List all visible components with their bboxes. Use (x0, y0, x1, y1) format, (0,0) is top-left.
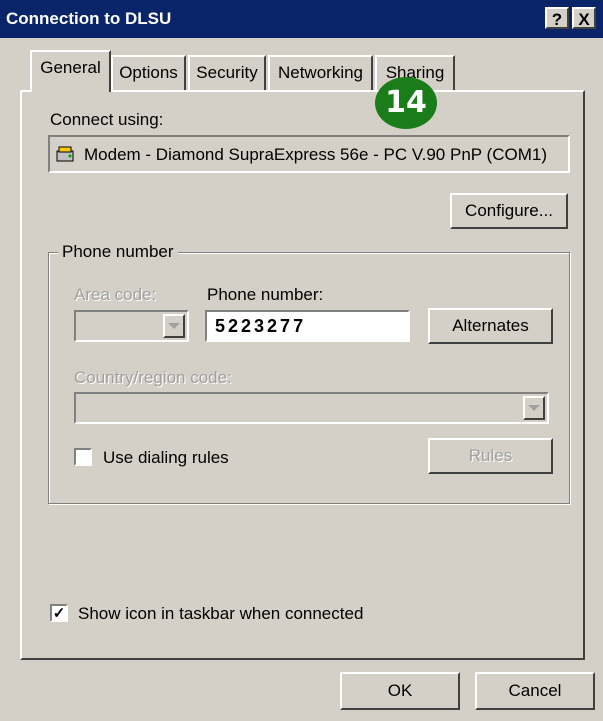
use-dialing-rules-checkbox[interactable] (74, 448, 92, 466)
show-icon-checkbox[interactable]: ✓ (50, 604, 68, 622)
phone-group-label: Phone number (58, 242, 178, 262)
phone-number-input[interactable]: 5223277 (205, 310, 410, 342)
alternates-button[interactable]: Alternates (428, 308, 553, 344)
tab-general[interactable]: General (30, 50, 111, 92)
connect-using-label: Connect using: (50, 110, 164, 129)
rules-button[interactable]: Rules (428, 438, 553, 474)
use-dialing-rules-label: Use dialing rules (103, 448, 229, 467)
ok-button[interactable]: OK (340, 672, 460, 710)
window-title: Connection to DLSU (6, 9, 172, 28)
step-badge: 14 (375, 77, 437, 129)
cancel-button[interactable]: Cancel (475, 672, 595, 710)
area-code-label: Area code: (74, 285, 157, 304)
checkmark-icon: ✓ (52, 605, 66, 622)
chevron-down-icon[interactable] (523, 396, 545, 420)
country-code-label: Country/region code: (74, 368, 232, 387)
help-button[interactable]: ? (545, 7, 569, 29)
phone-number-label: Phone number: (207, 285, 324, 304)
device-box: Modem - Diamond SupraExpress 56e - PC V.… (48, 135, 570, 173)
configure-button[interactable]: Configure... (450, 193, 568, 229)
modem-icon (55, 143, 77, 170)
title-bar: Connection to DLSU ? X (0, 0, 603, 38)
chevron-down-icon[interactable] (163, 314, 185, 338)
close-button[interactable]: X (572, 7, 596, 29)
tab-security[interactable]: Security (188, 55, 266, 91)
show-icon-label: Show icon in taskbar when connected (78, 604, 364, 623)
device-name: Modem - Diamond SupraExpress 56e - PC V.… (84, 145, 547, 164)
country-code-select[interactable] (74, 392, 549, 424)
area-code-select[interactable] (74, 310, 189, 342)
tab-options[interactable]: Options (111, 55, 186, 91)
tab-networking[interactable]: Networking (268, 55, 373, 91)
